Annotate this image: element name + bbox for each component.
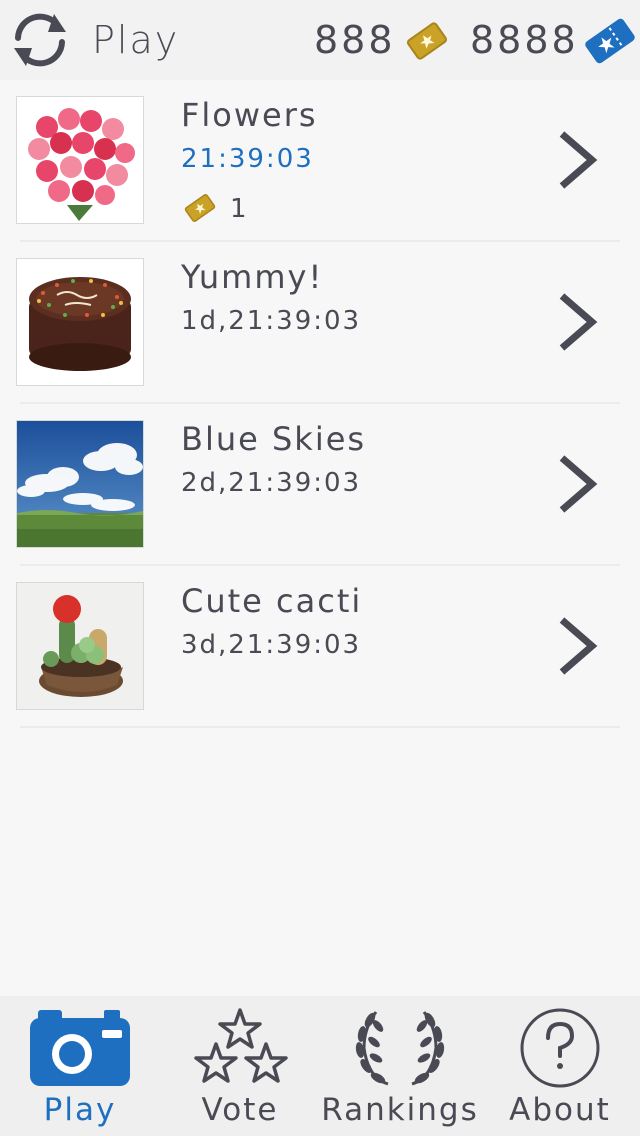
cacti-thumbnail xyxy=(16,582,144,710)
game-title: Yummy! xyxy=(181,258,324,296)
laurel-icon xyxy=(355,1011,445,1086)
tab-about[interactable]: About xyxy=(480,996,640,1136)
countdown-timer: 3d,21:39:03 xyxy=(181,630,362,660)
reward-count: 1 xyxy=(230,194,247,224)
sky-thumbnail xyxy=(16,420,144,548)
chevron-right-icon[interactable] xyxy=(552,614,602,678)
coin-count: 888 xyxy=(314,18,396,62)
game-list: Flowers 21:39:03 1 Yummy! 1d,21:39:03 Bl… xyxy=(0,80,640,728)
game-title: Flowers xyxy=(181,96,318,134)
game-title: Blue Skies xyxy=(181,420,367,458)
list-item[interactable]: Cute cacti 3d,21:39:03 xyxy=(0,566,640,728)
page-title: Play xyxy=(92,18,180,62)
refresh-icon[interactable] xyxy=(8,8,72,72)
gold-ticket-icon xyxy=(184,194,216,222)
chevron-right-icon[interactable] xyxy=(552,452,602,516)
question-icon xyxy=(520,1008,600,1088)
countdown-timer: 2d,21:39:03 xyxy=(181,468,362,498)
top-bar: Play 888 8888 xyxy=(0,0,640,80)
tab-label: About xyxy=(509,1092,611,1128)
tab-label: Rankings xyxy=(321,1092,479,1128)
countdown-timer: 21:39:03 xyxy=(181,144,314,174)
blue-ticket-icon xyxy=(585,18,635,64)
tab-vote[interactable]: Vote xyxy=(160,996,320,1136)
list-item[interactable]: Yummy! 1d,21:39:03 xyxy=(0,242,640,404)
cake-thumbnail xyxy=(16,258,144,386)
camera-icon xyxy=(30,1010,130,1086)
tab-rankings[interactable]: Rankings xyxy=(320,996,480,1136)
ticket-count: 8888 xyxy=(470,18,579,62)
list-item[interactable]: Blue Skies 2d,21:39:03 xyxy=(0,404,640,566)
tab-bar: Play Vote Rankings About xyxy=(0,996,640,1136)
tab-label: Play xyxy=(43,1092,117,1128)
gold-ticket-icon xyxy=(406,22,448,60)
flowers-thumbnail xyxy=(16,96,144,224)
game-title: Cute cacti xyxy=(181,582,363,620)
stars-icon xyxy=(194,1008,288,1083)
list-item[interactable]: Flowers 21:39:03 1 xyxy=(0,80,640,242)
chevron-right-icon[interactable] xyxy=(552,128,602,192)
tab-label: Vote xyxy=(201,1092,279,1128)
countdown-timer: 1d,21:39:03 xyxy=(181,306,362,336)
tab-play[interactable]: Play xyxy=(0,996,160,1136)
chevron-right-icon[interactable] xyxy=(552,290,602,354)
